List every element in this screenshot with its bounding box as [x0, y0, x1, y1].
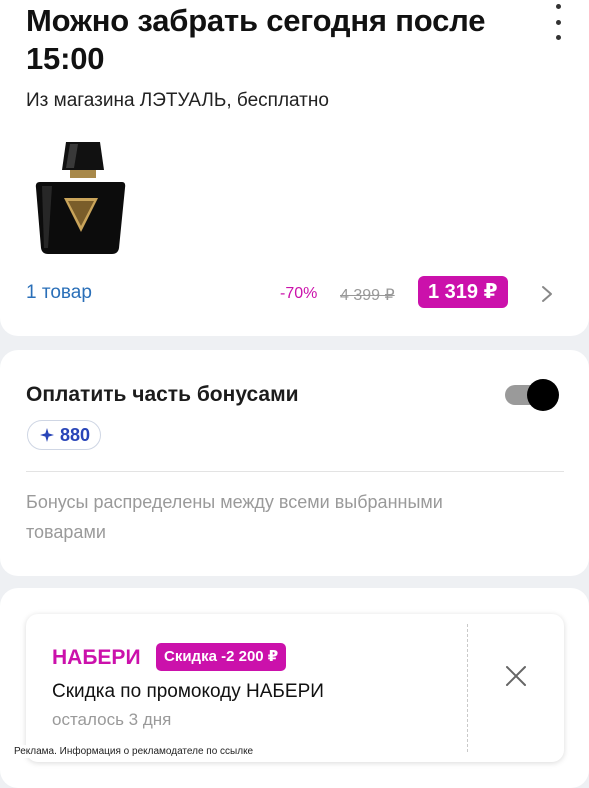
bonus-card: Оплатить часть бонусами 880 Бонусы распр… [0, 350, 589, 576]
bonus-title: Оплатить часть бонусами [26, 383, 299, 406]
pickup-subtitle: Из магазина ЛЭТУАЛЬ, бесплатно [26, 90, 329, 111]
promo-description: Скидка по промокоду НАБЕРИ [52, 681, 324, 702]
dashed-separator [467, 624, 468, 752]
pickup-title: Можно забрать сегодня после 15:00 [26, 3, 486, 76]
promo-banner[interactable]: НАБЕРИ Скидка -2 200 ₽ Скидка по промоко… [26, 614, 564, 762]
promo-code: НАБЕРИ [52, 646, 141, 669]
discount-percent: -70% [280, 285, 318, 302]
close-icon[interactable] [502, 662, 530, 690]
sparkle-icon [40, 428, 54, 442]
toggle-knob [527, 379, 559, 411]
promo-card: НАБЕРИ Скидка -2 200 ₽ Скидка по промоко… [0, 588, 589, 788]
more-options-icon[interactable] [549, 4, 567, 40]
bonus-toggle[interactable] [505, 379, 559, 411]
bonus-amount: 880 [60, 424, 91, 445]
pickup-card: Можно забрать сегодня после 15:00 Из маг… [0, 0, 589, 336]
items-count-link[interactable]: 1 товар [26, 282, 92, 304]
ad-notice[interactable]: Реклама. Информация о рекламодателе по с… [12, 745, 256, 758]
product-image[interactable] [26, 140, 132, 256]
new-price-badge: 1 319 ₽ [418, 276, 508, 308]
divider [26, 471, 564, 472]
promo-time-left: осталось 3 дня [52, 710, 172, 729]
chevron-right-icon[interactable] [540, 284, 554, 304]
bonus-amount-chip: 880 [27, 420, 102, 450]
promo-discount-badge: Скидка -2 200 ₽ [156, 643, 287, 671]
old-price: 4 399 ₽ [340, 287, 395, 304]
bonus-note: Бонусы распределены между всеми выбранны… [26, 492, 443, 542]
